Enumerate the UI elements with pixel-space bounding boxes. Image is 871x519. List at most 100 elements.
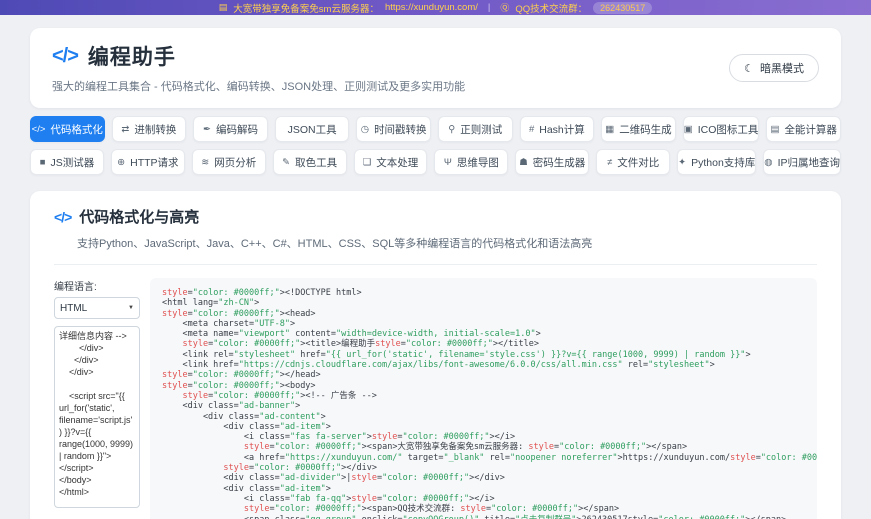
section-divider <box>54 264 817 265</box>
code-line: <html lang="zh-CN"> <box>162 298 805 308</box>
code-line: style="color: #0000ff;"><span>大宽带独享免备案免s… <box>162 442 805 452</box>
qq-group-number-badge[interactable]: 262430517 <box>593 2 652 14</box>
calculator-icon: ▤ <box>770 124 779 135</box>
highlighted-code: style="color: #0000ff;"><!DOCTYPE html><… <box>162 288 805 519</box>
chevron-down-icon: ▼ <box>128 305 134 311</box>
moon-icon: ☾ <box>744 62 754 75</box>
shield-icon: ☗ <box>519 157 528 168</box>
app-header-card: </> 编程助手 强大的编程工具集合 - 代码格式化、编码转换、JSON处理、正… <box>30 28 841 108</box>
code-input[interactable]: 详细信息内容 --> </div> </div> </div> <script … <box>54 326 140 508</box>
tab-label: 密码生成器 <box>533 155 586 170</box>
section-code-icon: </> <box>54 209 71 225</box>
code-line: <i class="fas fa-server">style="color: #… <box>162 432 805 442</box>
code-line: style="color: #0000ff;"><title>编程助手style… <box>162 339 805 349</box>
section-subtitle: 支持Python、JavaScript、Java、C++、C#、HTML、CSS… <box>77 235 817 251</box>
code-line: <a href="https://xunduyun.com/" target="… <box>162 453 805 463</box>
pen-icon: ✒ <box>203 124 211 135</box>
tab-text-process[interactable]: ❏文本处理 <box>354 149 428 175</box>
page-title: 编程助手 <box>88 41 176 71</box>
tab-label: 进制转换 <box>134 122 176 137</box>
section-title: 代码格式化与高亮 <box>79 206 199 227</box>
promo-link[interactable]: https://xunduyun.com/ <box>385 2 478 13</box>
tab-regex-test[interactable]: ⚲正则测试 <box>438 116 513 142</box>
code-line: style="color: #0000ff;"><head> <box>162 309 805 319</box>
tab-code-format[interactable]: </>代码格式化 <box>30 116 105 142</box>
server-icon: ▤ <box>219 2 228 13</box>
code-output-panel[interactable]: style="color: #0000ff;"><!DOCTYPE html><… <box>150 278 817 519</box>
tab-qrcode-gen[interactable]: ▦ 二维码生成 <box>601 116 676 142</box>
tab-js-tester[interactable]: ■JS测试器 <box>30 149 104 175</box>
code-icon: </> <box>32 124 46 135</box>
dark-mode-label: 暗黑模式 <box>760 60 804 76</box>
tab-encode-decode[interactable]: ✒ 编码解码 <box>193 116 268 142</box>
tab-calculator[interactable]: ▤全能计算器 <box>766 116 841 142</box>
tab-web-analyze[interactable]: ≋ 网页分析 <box>192 149 266 175</box>
qrcode-icon: ▦ <box>605 124 614 135</box>
clock-icon: ◷ <box>361 124 369 135</box>
code-line: <i class="fab fa-qq">style="color: #0000… <box>162 494 805 504</box>
language-select[interactable]: HTML ▼ <box>54 297 140 319</box>
tab-label: 时间戳转换 <box>374 122 427 137</box>
code-line: style="color: #0000ff;"><!DOCTYPE html> <box>162 288 805 298</box>
tab-base-convert[interactable]: ⇄ 进制转换 <box>112 116 187 142</box>
tab-label: Hash计算 <box>539 122 585 137</box>
tab-mind-map[interactable]: Ψ思维导图 <box>434 149 508 175</box>
tab-timestamp-convert[interactable]: ◷ 时间戳转换 <box>356 116 431 142</box>
tab-label: 取色工具 <box>295 155 337 170</box>
tab-label: 文件对比 <box>617 155 659 170</box>
code-line: style="color: #0000ff;"></head> <box>162 370 805 380</box>
hash-icon: # <box>529 124 534 135</box>
code-brackets-icon: </> <box>52 45 78 68</box>
code-line: style="color: #0000ff;"><!-- 广告条 --> <box>162 391 805 401</box>
signal-icon: ≋ <box>201 157 209 168</box>
page-subtitle: 强大的编程工具集合 - 代码格式化、编码转换、JSON处理、正则测试及更多实用功… <box>52 78 819 94</box>
tab-http-request[interactable]: ⊕ HTTP请求 <box>111 149 185 175</box>
not-equal-icon: ≠ <box>607 157 612 168</box>
tab-label: HTTP请求 <box>130 155 178 170</box>
tab-file-diff[interactable]: ≠ 文件对比 <box>596 149 670 175</box>
tab-label: JSON工具 <box>288 122 337 137</box>
code-line: style="color: #0000ff;"></div> <box>162 463 805 473</box>
tab-label: 正则测试 <box>460 122 502 137</box>
code-line: <div class="ad-banner"> <box>162 401 805 411</box>
editor-sidebar: 编程语言: HTML ▼ 详细信息内容 --> </div> </div> </… <box>54 278 140 519</box>
js-icon: ■ <box>40 157 46 168</box>
tab-label: ICO图标工具 <box>698 122 759 137</box>
code-line: <link href="https://cdnjs.cloudflare.com… <box>162 360 805 370</box>
tab-password-gen[interactable]: ☗ 密码生成器 <box>515 149 589 175</box>
dark-mode-toggle[interactable]: ☾ 暗黑模式 <box>729 54 819 82</box>
tab-label: 编码解码 <box>216 122 258 137</box>
tab-label: 文本处理 <box>376 155 418 170</box>
tab-color-picker[interactable]: ✎ 取色工具 <box>273 149 347 175</box>
tab-label: 网页分析 <box>214 155 256 170</box>
banner-divider: | <box>488 2 490 13</box>
tab-ico-tools[interactable]: ▣ICO图标工具 <box>683 116 760 142</box>
eyedropper-icon: ✎ <box>282 157 290 168</box>
swap-arrows-icon: ⇄ <box>121 124 129 135</box>
code-line: <div class="ad-item"> <box>162 422 805 432</box>
qq-icon: Ⓠ <box>500 1 509 14</box>
globe-icon: ⊕ <box>117 157 125 168</box>
tab-row-2: ■JS测试器 ⊕ HTTP请求 ≋ 网页分析 ✎ 取色工具 ❏文本处理Ψ思维导图 ☗ 密码生成器 ≠… <box>30 149 841 175</box>
tab-label: Python支持库 <box>691 155 755 170</box>
tab-json-tools[interactable]: JSON工具 <box>275 116 350 142</box>
tool-tabs: </>代码格式化 ⇄ 进制转换 ✒ 编码解码 JSON工具 ◷ 时间戳转换 ⚲正则测试 # Hash… <box>30 116 841 175</box>
python-icon: ✦ <box>678 157 686 168</box>
code-line: <div class="ad-content"> <box>162 412 805 422</box>
qq-group-label: QQ技术交流群： <box>515 1 587 15</box>
promo-text: 大宽带独享免备案免sm云服务器： <box>233 1 379 15</box>
tab-label: 二维码生成 <box>619 122 672 137</box>
tab-python-lib[interactable]: ✦ Python支持库 <box>677 149 756 175</box>
tab-row-1: </>代码格式化 ⇄ 进制转换 ✒ 编码解码 JSON工具 ◷ 时间戳转换 ⚲正则测试 # Hash… <box>30 116 841 142</box>
code-line: style="color: #0000ff;"><body> <box>162 381 805 391</box>
tab-hash-calc[interactable]: # Hash计算 <box>520 116 595 142</box>
code-line: <div class="ad-item"> <box>162 484 805 494</box>
code-line: <meta charset="UTF-8"> <box>162 319 805 329</box>
code-line: <meta name="viewport" content="width=dev… <box>162 329 805 339</box>
language-select-value: HTML <box>60 303 87 314</box>
sitemap-icon: Ψ <box>444 157 452 168</box>
code-format-card: </> 代码格式化与高亮 支持Python、JavaScript、Java、C+… <box>30 191 841 519</box>
code-line: <link rel="stylesheet" href="{{ url_for(… <box>162 350 805 360</box>
promo-banner: ▤ 大宽带独享免备案免sm云服务器： https://xunduyun.com/… <box>0 0 871 15</box>
tab-ip-lookup[interactable]: ◍IP归属地查询 <box>763 149 841 175</box>
